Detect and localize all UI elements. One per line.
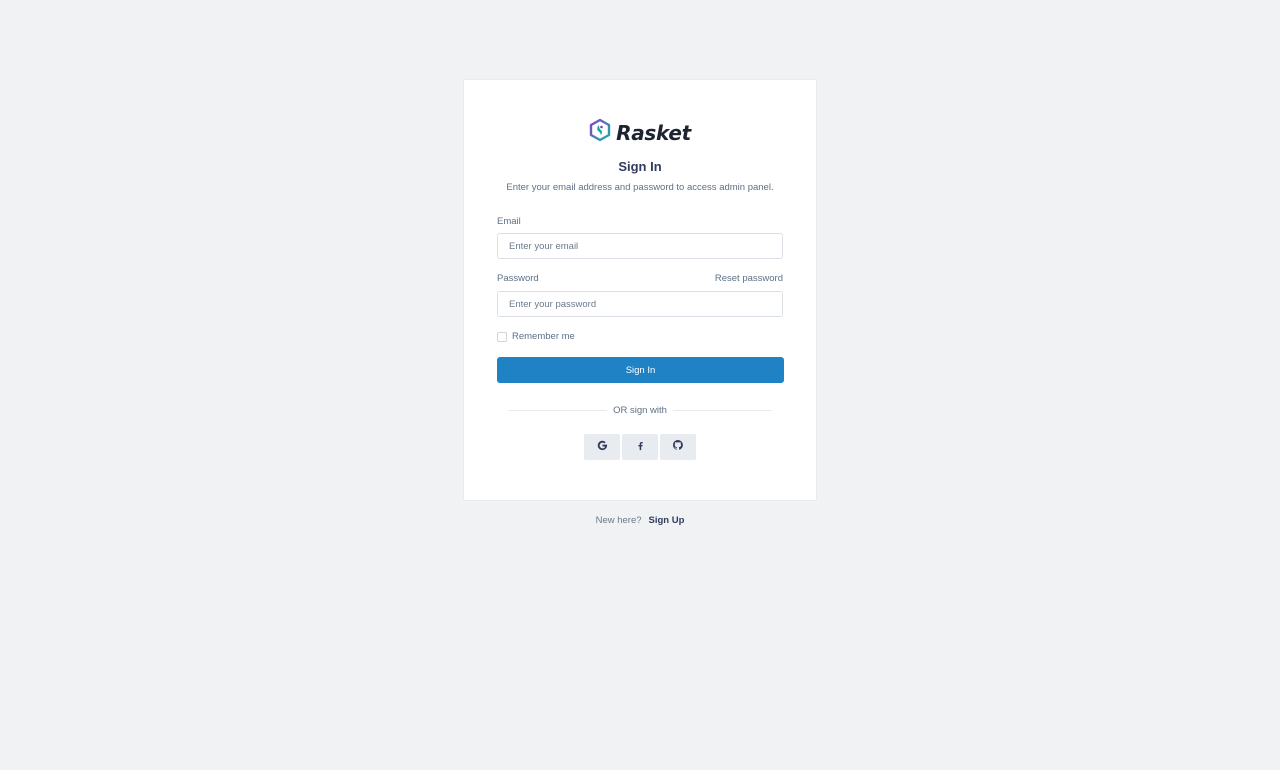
sign-up-footer: New here? Sign Up [0, 515, 1280, 526]
github-sign-in-button[interactable] [660, 434, 696, 460]
brand-logo[interactable]: Rasket [464, 118, 816, 147]
email-label: Email [497, 216, 521, 227]
remember-me-label[interactable]: Remember me [512, 331, 575, 342]
facebook-sign-in-button[interactable] [622, 434, 658, 460]
social-divider: OR sign with [508, 403, 773, 417]
password-label: Password [497, 273, 539, 284]
google-sign-in-button[interactable] [584, 434, 620, 460]
github-icon [672, 438, 684, 456]
divider-text: OR sign with [613, 404, 667, 416]
email-input[interactable] [497, 233, 783, 259]
brand-name: Rasket [616, 120, 691, 145]
sign-in-card: Rasket Sign In Enter your email address … [463, 79, 817, 501]
password-input[interactable] [497, 291, 783, 317]
divider-line-left [508, 409, 608, 411]
page-title: Sign In [618, 159, 662, 174]
page-subtitle: Enter your email address and password to… [506, 182, 774, 193]
new-here-text: New here? [595, 515, 642, 526]
social-buttons [464, 434, 816, 460]
google-icon [597, 438, 608, 456]
reset-password-link[interactable]: Reset password [715, 273, 783, 284]
sign-up-link[interactable]: Sign Up [649, 515, 685, 526]
facebook-icon [635, 438, 646, 456]
hexagon-logo-icon [589, 118, 611, 147]
remember-me-checkbox[interactable] [497, 331, 507, 342]
divider-line-right [672, 409, 773, 411]
remember-me-row: Remember me [497, 331, 575, 342]
sign-in-button[interactable]: Sign In [497, 357, 784, 383]
